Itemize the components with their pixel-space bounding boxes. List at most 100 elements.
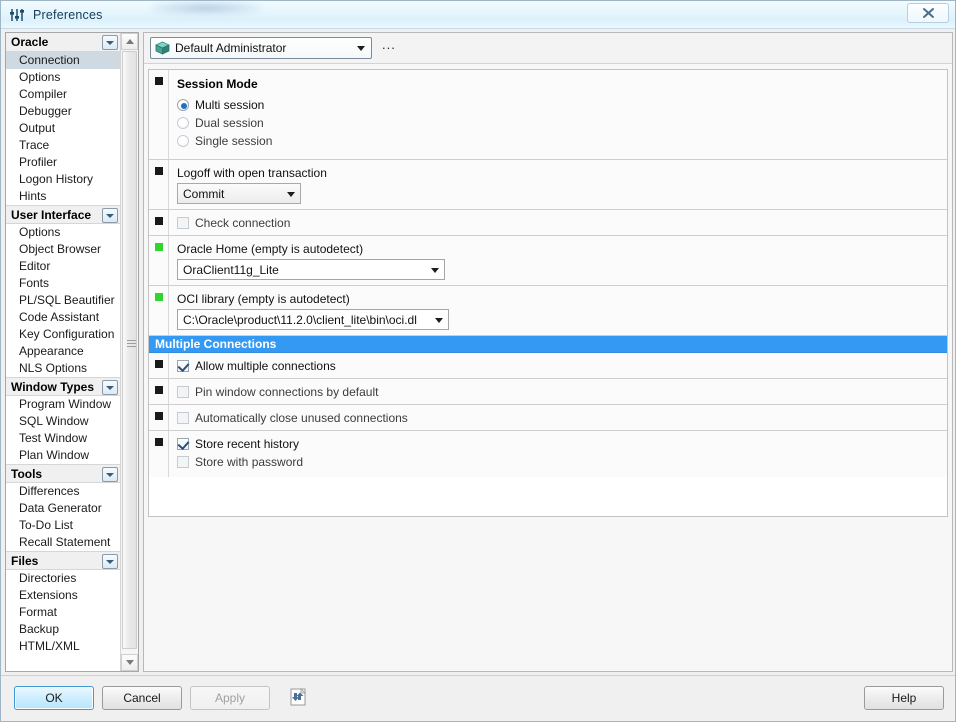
sidebar-group-label: Files	[11, 554, 39, 568]
checkbox-check-connection[interactable]: Check connection	[173, 214, 947, 232]
sidebar-item-to-do-list[interactable]: To-Do List	[6, 517, 120, 534]
checkbox-pin-window-connections[interactable]: Pin window connections by default	[173, 383, 947, 401]
checkbox-icon[interactable]	[177, 217, 189, 229]
triangle-down-icon[interactable]	[121, 654, 138, 671]
checkbox-store-recent-history[interactable]: Store recent history	[173, 435, 947, 453]
chevron-down-icon[interactable]	[102, 208, 118, 223]
sidebar-item-compiler[interactable]: Compiler	[6, 86, 120, 103]
radio-icon[interactable]	[177, 117, 189, 129]
sidebar-item-sql-window[interactable]: SQL Window	[6, 413, 120, 430]
profile-select[interactable]: Default Administrator	[150, 37, 372, 59]
sidebar-group-window-types[interactable]: Window Types	[6, 377, 120, 396]
sidebar-item-logon-history[interactable]: Logon History	[6, 171, 120, 188]
cancel-button[interactable]: Cancel	[102, 686, 182, 710]
profile-more-button[interactable]: ...	[382, 38, 396, 56]
sidebar-item-appearance[interactable]: Appearance	[6, 343, 120, 360]
sidebar-group-oracle[interactable]: Oracle	[6, 33, 120, 52]
close-icon[interactable]	[907, 3, 949, 23]
setting-session-mode: Session Mode Multi session Dual session …	[149, 70, 947, 160]
sidebar-group-tools[interactable]: Tools	[6, 464, 120, 483]
sidebar-item-ui-options[interactable]: Options	[6, 224, 120, 241]
sidebar-item-plsql-beautifier[interactable]: PL/SQL Beautifier	[6, 292, 120, 309]
setting-marker	[155, 360, 163, 368]
multiple-connections-banner: Multiple Connections	[149, 336, 947, 353]
help-button[interactable]: Help	[864, 686, 944, 710]
radio-icon[interactable]	[177, 135, 189, 147]
sidebar-item-recall-statement[interactable]: Recall Statement	[6, 534, 120, 551]
sidebar-item-code-assistant[interactable]: Code Assistant	[6, 309, 120, 326]
sidebar-item-debugger[interactable]: Debugger	[6, 103, 120, 120]
sidebar-item-plan-window[interactable]: Plan Window	[6, 447, 120, 464]
logoff-select[interactable]: Commit	[177, 183, 301, 204]
chevron-down-icon[interactable]	[432, 314, 445, 327]
checkbox-label: Automatically close unused connections	[195, 411, 408, 425]
import-export-preferences-icon[interactable]	[289, 687, 309, 709]
oracle-home-value: OraClient11g_Lite	[183, 262, 279, 277]
cube-icon	[155, 41, 170, 55]
checkbox-label: Store recent history	[195, 437, 300, 451]
sidebar-item-extensions[interactable]: Extensions	[6, 587, 120, 604]
oci-library-select[interactable]: C:\Oracle\product\11.2.0\client_lite\bin…	[177, 309, 449, 330]
sidebar-item-key-configuration[interactable]: Key Configuration	[6, 326, 120, 343]
triangle-up-icon[interactable]	[121, 33, 138, 50]
sidebar-item-directories[interactable]: Directories	[6, 570, 120, 587]
checkbox-icon[interactable]	[177, 438, 189, 450]
divider	[168, 210, 169, 235]
sidebar-scrollbar[interactable]	[120, 33, 138, 671]
sidebar-item-hints[interactable]: Hints	[6, 188, 120, 205]
checkbox-icon[interactable]	[177, 386, 189, 398]
sidebar-item-connection[interactable]: Connection	[6, 52, 120, 69]
sidebar-item-data-generator[interactable]: Data Generator	[6, 500, 120, 517]
sidebar-item-fonts[interactable]: Fonts	[6, 275, 120, 292]
sidebar-item-backup[interactable]: Backup	[6, 621, 120, 638]
checkbox-store-with-password[interactable]: Store with password	[173, 453, 947, 471]
setting-store-history: Store recent history Store with password	[149, 431, 947, 477]
chevron-down-icon[interactable]	[284, 188, 297, 201]
divider	[168, 70, 169, 159]
sidebar-item-program-window[interactable]: Program Window	[6, 396, 120, 413]
checkbox-icon[interactable]	[177, 360, 189, 372]
checkbox-auto-close-unused-connections[interactable]: Automatically close unused connections	[173, 409, 947, 427]
divider	[168, 379, 169, 404]
setting-marker	[155, 412, 163, 420]
chevron-down-icon[interactable]	[102, 35, 118, 50]
sidebar-item-nls-options[interactable]: NLS Options	[6, 360, 120, 377]
checkbox-icon[interactable]	[177, 412, 189, 424]
sidebar-item-object-browser[interactable]: Object Browser	[6, 241, 120, 258]
sidebar-item-format[interactable]: Format	[6, 604, 120, 621]
sidebar-list[interactable]: Oracle Connection Options Compiler Debug…	[6, 33, 120, 671]
chevron-down-icon[interactable]	[352, 40, 369, 56]
scrollbar-thumb[interactable]	[122, 51, 137, 649]
chevron-down-icon[interactable]	[428, 264, 441, 277]
checkbox-icon[interactable]	[177, 456, 189, 468]
chevron-down-icon[interactable]	[102, 467, 118, 482]
sidebar-item-html-xml[interactable]: HTML/XML	[6, 638, 120, 655]
sidebar-item-options[interactable]: Options	[6, 69, 120, 86]
sidebar-item-profiler[interactable]: Profiler	[6, 154, 120, 171]
preferences-window: Preferences Oracle Connection Options Co…	[0, 0, 956, 722]
sliders-icon	[9, 7, 27, 23]
sidebar-group-user-interface[interactable]: User Interface	[6, 205, 120, 224]
sidebar-group-files[interactable]: Files	[6, 551, 120, 570]
checkbox-allow-multiple-connections[interactable]: Allow multiple connections	[173, 357, 947, 375]
sidebar-group-label: User Interface	[11, 208, 92, 222]
oracle-home-select[interactable]: OraClient11g_Lite	[177, 259, 445, 280]
sidebar-item-output[interactable]: Output	[6, 120, 120, 137]
radio-multi-session[interactable]: Multi session	[173, 96, 947, 114]
radio-icon[interactable]	[177, 99, 189, 111]
ok-button[interactable]: OK	[14, 686, 94, 710]
setting-marker	[155, 77, 163, 85]
sidebar-item-differences[interactable]: Differences	[6, 483, 120, 500]
chevron-down-icon[interactable]	[102, 380, 118, 395]
sidebar-item-trace[interactable]: Trace	[6, 137, 120, 154]
setting-check-connection: Check connection	[149, 210, 947, 236]
sidebar-item-test-window[interactable]: Test Window	[6, 430, 120, 447]
scrollbar-grip	[127, 340, 136, 348]
chevron-down-icon[interactable]	[102, 554, 118, 569]
sidebar: Oracle Connection Options Compiler Debug…	[5, 32, 139, 672]
sidebar-item-editor[interactable]: Editor	[6, 258, 120, 275]
setting-allow-multiple-connections: Allow multiple connections	[149, 353, 947, 379]
radio-dual-session[interactable]: Dual session	[173, 114, 947, 132]
apply-button: Apply	[190, 686, 270, 710]
radio-single-session[interactable]: Single session	[173, 132, 947, 150]
